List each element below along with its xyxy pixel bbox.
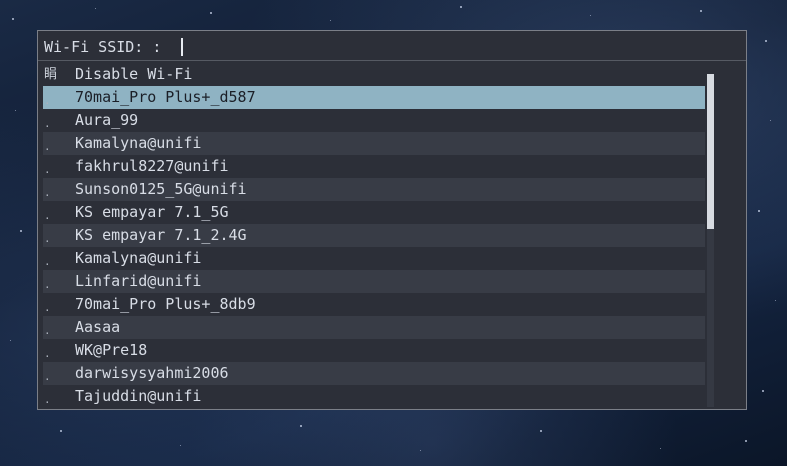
text-cursor — [181, 38, 183, 56]
item-label: Tajuddin@unifi — [75, 387, 202, 405]
item-label: Kamalyna@unifi — [75, 134, 202, 152]
network-item[interactable]: . Kamalyna@unifi — [43, 132, 705, 155]
wifi-off-icon: 睊 — [44, 67, 58, 82]
network-item[interactable]: . Aura_99 — [43, 109, 705, 132]
item-label: 70mai_Pro Plus+_8db9 — [75, 295, 256, 313]
scrollbar-thumb[interactable] — [707, 74, 714, 229]
network-item[interactable]: . KS empayar 7.1_2.4G — [43, 224, 705, 247]
item-label: Kamalyna@unifi — [75, 249, 202, 267]
item-label: Sunson0125_5G@unifi — [75, 180, 247, 198]
item-label: Aasaa — [75, 318, 121, 336]
item-label: KS empayar 7.1_2.4G — [75, 226, 247, 244]
ssid-prompt[interactable]: Wi-Fi SSID: : — [44, 37, 161, 57]
divider — [38, 60, 746, 61]
item-label: WK@Pre18 — [75, 341, 148, 359]
item-label: Disable Wi-Fi — [75, 65, 193, 83]
network-list: 睊 Disable Wi-Fi. 70mai_Pro Plus+_d587. Aura… — [43, 63, 705, 408]
item-label: Linfarid@unifi — [75, 272, 202, 290]
item-label: fakhrul8227@unifi — [75, 157, 229, 175]
item-label: 70mai_Pro Plus+_d587 — [75, 88, 256, 106]
network-item[interactable]: . Sunson0125_5G@unifi — [43, 178, 705, 201]
network-item[interactable]: . Tajuddin@unifi — [43, 385, 705, 408]
disable-wifi-item[interactable]: 睊 Disable Wi-Fi — [43, 63, 705, 86]
wifi-menu: Wi-Fi SSID: : 睊 Disable Wi-Fi. 70mai_Pro P… — [37, 30, 747, 410]
network-item[interactable]: . 70mai_Pro Plus+_8db9 — [43, 293, 705, 316]
network-item[interactable]: . fakhrul8227@unifi — [43, 155, 705, 178]
scrollbar[interactable] — [707, 74, 714, 407]
network-item[interactable]: . Aasaa — [43, 316, 705, 339]
wifi-icon: . — [44, 393, 51, 406]
network-item[interactable]: . KS empayar 7.1_5G — [43, 201, 705, 224]
item-label: KS empayar 7.1_5G — [75, 203, 229, 221]
network-item[interactable]: . Linfarid@unifi — [43, 270, 705, 293]
network-item[interactable]: . darwisysyahmi2006 — [43, 362, 705, 385]
network-item[interactable]: . 70mai_Pro Plus+_d587 — [43, 86, 705, 109]
item-label: darwisysyahmi2006 — [75, 364, 229, 382]
network-item[interactable]: . Kamalyna@unifi — [43, 247, 705, 270]
item-label: Aura_99 — [75, 111, 139, 129]
network-item[interactable]: . WK@Pre18 — [43, 339, 705, 362]
